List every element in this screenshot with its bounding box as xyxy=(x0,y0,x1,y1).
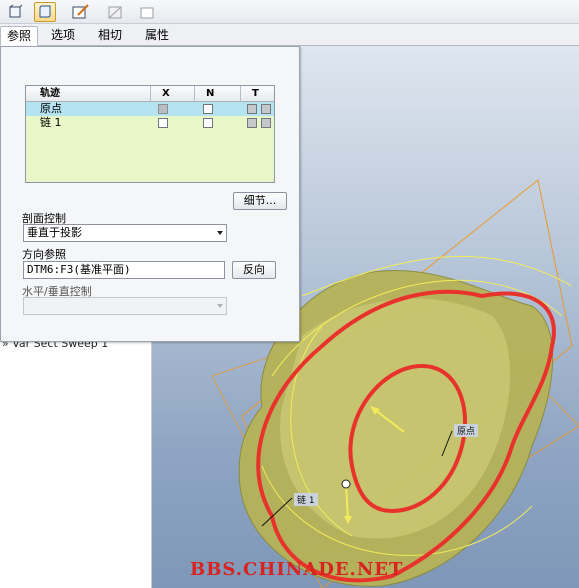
n-checkbox[interactable] xyxy=(203,118,213,128)
direction-reference-field[interactable]: DTM6:F3(基准平面) xyxy=(23,261,225,279)
t-checkbox-1[interactable] xyxy=(247,118,257,128)
toolbar xyxy=(0,0,579,24)
tab-options[interactable]: 选项 xyxy=(45,26,81,46)
chevron-down-icon xyxy=(217,304,223,308)
tab-references[interactable]: 参照 xyxy=(0,26,39,46)
solid-icon[interactable] xyxy=(4,2,26,22)
details-button[interactable]: 细节... xyxy=(233,192,287,210)
chevron-down-icon xyxy=(217,231,223,235)
t-checkbox-2[interactable] xyxy=(261,118,271,128)
references-panel: 轨迹 X N T 原点 链 1 细节... 剖面控制 垂直于投影 方向参照 DT… xyxy=(0,46,300,342)
header-n: N xyxy=(206,88,215,99)
header-x: X xyxy=(162,88,170,99)
tab-strip: 参照 选项 相切 属性 xyxy=(0,24,579,46)
x-checkbox[interactable] xyxy=(158,118,168,128)
watermark: BBS.CHINADE.NET xyxy=(190,559,404,580)
n-checkbox[interactable] xyxy=(203,104,213,114)
flip-button[interactable]: 反向 xyxy=(232,261,276,279)
table-header: 轨迹 X N T xyxy=(26,86,274,102)
tab-properties[interactable]: 属性 xyxy=(139,26,175,46)
origin-label: 原点 xyxy=(454,424,479,437)
header-t: T xyxy=(252,88,259,99)
direction-reference-label: 方向参照 xyxy=(22,248,66,261)
x-checkbox[interactable] xyxy=(158,104,168,114)
row-name: 链 1 xyxy=(40,116,62,129)
sketch-icon[interactable] xyxy=(70,2,92,22)
t-checkbox-2[interactable] xyxy=(261,104,271,114)
chain-label: 链 1 xyxy=(294,493,318,506)
row-name: 原点 xyxy=(40,102,62,115)
header-trajectory: 轨迹 xyxy=(40,88,60,99)
table-row[interactable]: 链 1 xyxy=(26,116,274,130)
table-row[interactable]: 原点 xyxy=(26,102,274,116)
sweep-section-icon[interactable] xyxy=(34,2,56,22)
thicken-icon[interactable] xyxy=(104,2,126,22)
trajectory-table: 轨迹 X N T 原点 链 1 xyxy=(25,85,275,183)
section-control-select[interactable]: 垂直于投影 xyxy=(23,224,227,242)
horizontal-vertical-control-select[interactable] xyxy=(23,297,227,315)
t-checkbox-1[interactable] xyxy=(247,104,257,114)
surface-icon[interactable] xyxy=(136,2,158,22)
tab-tangency[interactable]: 相切 xyxy=(92,26,128,46)
